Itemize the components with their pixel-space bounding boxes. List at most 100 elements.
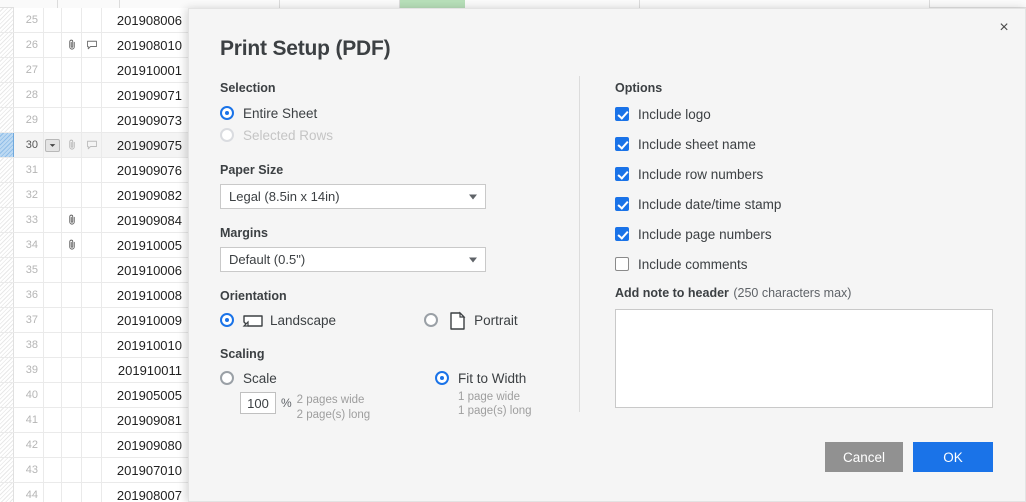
column-divider <box>579 76 580 412</box>
row-menu-cell <box>44 58 62 82</box>
margins-section: Margins Default (0.5") <box>220 226 578 272</box>
comment-cell <box>82 458 102 482</box>
checkbox-icon <box>615 107 629 121</box>
row-value: 201909082 <box>116 187 182 203</box>
row-value: 201909076 <box>116 162 182 178</box>
comment-cell <box>82 483 102 502</box>
checkbox-icon <box>615 227 629 241</box>
radio-landscape[interactable]: Landscape <box>220 310 336 330</box>
header-cell-highlighted <box>400 0 465 8</box>
spreadsheet-header-strip <box>0 0 1026 8</box>
header-cell <box>280 0 400 8</box>
radio-fit-to-width[interactable]: Fit to Width <box>435 368 532 388</box>
comment-cell <box>82 258 102 282</box>
row-gutter <box>0 308 14 332</box>
comment-cell <box>82 208 102 232</box>
paper-size-value: Legal (8.5in x 14in) <box>229 189 340 204</box>
selection-label: Selection <box>220 81 276 95</box>
comment-cell <box>82 83 102 107</box>
radio-scale[interactable]: Scale <box>220 368 435 388</box>
row-number: 35 <box>14 258 44 282</box>
row-value: 201909081 <box>116 412 182 428</box>
note-textarea[interactable] <box>615 309 993 408</box>
row-gutter <box>0 283 14 307</box>
fit-pages-wide: 1 page wide <box>458 391 521 403</box>
row-number: 28 <box>14 83 44 107</box>
radio-icon-landscape <box>220 313 234 327</box>
row-menu-button[interactable] <box>45 138 60 152</box>
row-menu-cell <box>44 283 62 307</box>
row-number: 30 <box>14 133 44 157</box>
row-number: 42 <box>14 433 44 457</box>
scaling-label: Scaling <box>220 347 265 361</box>
row-menu-cell <box>44 333 62 357</box>
paper-size-select[interactable]: Legal (8.5in x 14in) <box>220 184 486 209</box>
option-checkbox-row[interactable]: Include logo <box>615 104 995 124</box>
row-gutter <box>0 58 14 82</box>
row-gutter <box>0 33 14 57</box>
left-column: Selection Entire Sheet Selected Rows Pap… <box>220 81 578 439</box>
row-number: 44 <box>14 483 44 502</box>
radio-label-portrait: Portrait <box>474 312 518 328</box>
attachment-cell <box>62 433 82 457</box>
comment-cell <box>82 308 102 332</box>
radio-label-scale: Scale <box>243 370 277 386</box>
attachment-cell <box>62 383 82 407</box>
comment-cell <box>82 283 102 307</box>
row-gutter <box>0 133 14 157</box>
radio-icon-scale <box>220 371 234 385</box>
row-gutter <box>0 108 14 132</box>
row-value: 201905005 <box>116 387 182 403</box>
row-value: 201910011 <box>117 362 182 378</box>
fit-pages-long: 1 page(s) long <box>458 405 532 417</box>
landscape-page-icon <box>242 310 263 330</box>
radio-entire-sheet[interactable]: Entire Sheet <box>220 102 578 124</box>
row-number: 40 <box>14 383 44 407</box>
close-icon[interactable]: × <box>993 17 1015 39</box>
option-checkbox-row[interactable]: Include row numbers <box>615 164 995 184</box>
ok-button[interactable]: OK <box>913 442 993 472</box>
comment-cell <box>82 8 102 32</box>
attachment-cell <box>62 8 82 32</box>
comment-cell <box>82 108 102 132</box>
option-checkbox-row[interactable]: Include comments <box>615 254 995 274</box>
attachment-cell <box>62 358 82 382</box>
radio-portrait[interactable]: Portrait <box>424 310 518 330</box>
row-menu-cell <box>44 108 62 132</box>
row-value: 201910005 <box>116 237 182 253</box>
margins-value: Default (0.5") <box>229 252 306 267</box>
row-gutter <box>0 458 14 482</box>
margins-select[interactable]: Default (0.5") <box>220 247 486 272</box>
option-label: Include logo <box>638 106 711 122</box>
row-menu-cell <box>44 408 62 432</box>
app-root: 25 201908006 26 201908010 27 201910001 28 20190… <box>0 0 1026 502</box>
attachment-cell <box>62 308 82 332</box>
cancel-button[interactable]: Cancel <box>824 442 903 472</box>
row-menu-cell <box>44 208 62 232</box>
margins-label: Margins <box>220 226 268 240</box>
comment-cell <box>82 358 102 382</box>
row-number: 38 <box>14 333 44 357</box>
row-value: 201908007 <box>116 487 182 502</box>
option-checkbox-row[interactable]: Include sheet name <box>615 134 995 154</box>
scale-percent-input[interactable] <box>240 392 276 414</box>
checkbox-icon <box>615 167 629 181</box>
row-gutter <box>0 208 14 232</box>
scale-pages-long: 2 page(s) long <box>296 409 371 421</box>
attachment-cell <box>62 83 82 107</box>
paper-size-label: Paper Size <box>220 163 284 177</box>
note-label: Add note to header <box>615 286 729 300</box>
row-gutter <box>0 483 14 502</box>
option-checkbox-row[interactable]: Include date/time stamp <box>615 194 995 214</box>
row-number: 34 <box>14 233 44 257</box>
row-gutter <box>0 258 14 282</box>
row-gutter <box>0 408 14 432</box>
comment-cell <box>82 33 102 57</box>
row-number: 36 <box>14 283 44 307</box>
row-value: 201909071 <box>116 87 182 103</box>
radio-label-landscape: Landscape <box>270 312 337 328</box>
radio-label-fit-to-width: Fit to Width <box>458 370 527 386</box>
row-number: 32 <box>14 183 44 207</box>
option-checkbox-row[interactable]: Include page numbers <box>615 224 995 244</box>
row-gutter <box>0 358 14 382</box>
